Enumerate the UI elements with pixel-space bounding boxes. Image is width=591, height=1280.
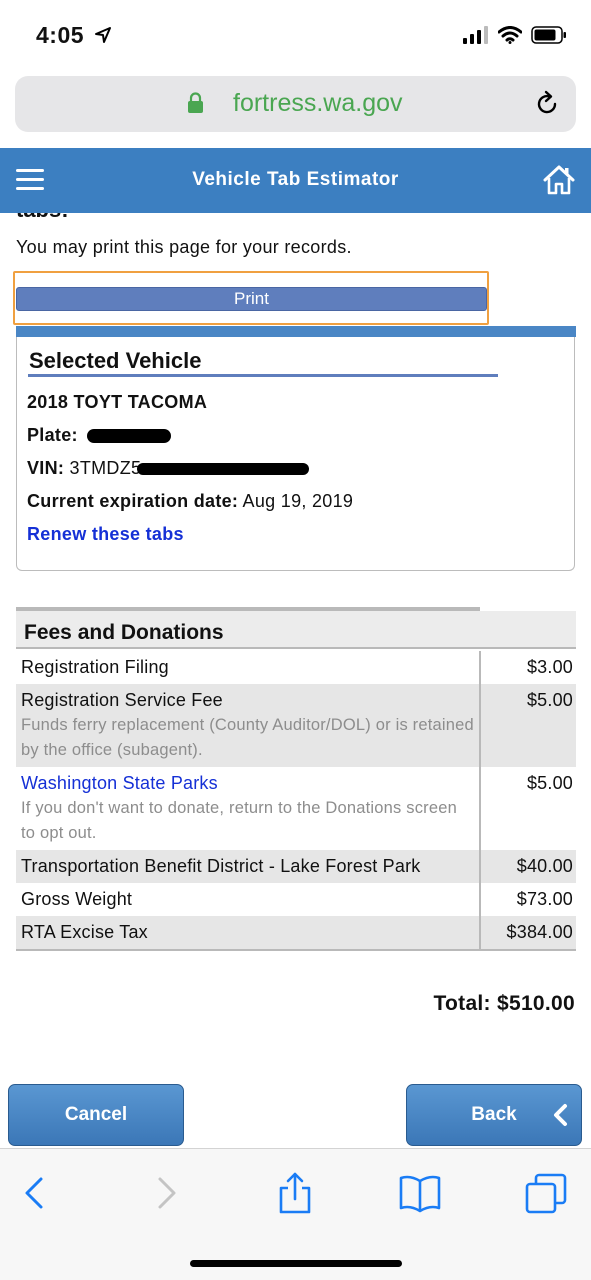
plate-label: Plate:: [27, 425, 78, 445]
home-indicator: [190, 1260, 402, 1267]
vin-label: VIN:: [27, 458, 65, 478]
expiration-row: Current expiration date: Aug 19, 2019: [27, 491, 353, 512]
fee-row: Transportation Benefit District - Lake F…: [16, 850, 576, 883]
fees-table: Registration Filing $3.00 Registration S…: [16, 651, 576, 951]
selected-vehicle-title: Selected Vehicle: [29, 348, 202, 373]
fee-row: Registration Service Fee Funds ferry rep…: [16, 684, 576, 767]
vehicle-name: 2018 TOYT TACOMA: [27, 392, 208, 412]
vin-row: VIN: 3TMDZ5: [27, 458, 310, 479]
fee-row: Washington State Parks If you don't want…: [16, 767, 576, 850]
print-button[interactable]: Print: [16, 287, 487, 311]
back-button[interactable]: Back: [406, 1084, 582, 1146]
home-icon[interactable]: [543, 164, 575, 196]
tabs-icon[interactable]: [524, 1171, 568, 1215]
selected-vehicle-card: Selected Vehicle 2018 TOYT TACOMA Plate:…: [16, 326, 576, 571]
vin-redaction: [137, 463, 310, 476]
fee-name: Gross Weight: [21, 889, 133, 909]
main-content: tabs: You may print this page for your r…: [0, 213, 591, 1083]
fee-name-cell: Registration Service Fee Funds ferry rep…: [16, 684, 480, 767]
fee-name: Registration Filing: [21, 657, 169, 677]
battery-icon: [531, 26, 566, 44]
fee-name: RTA Excise Tax: [21, 922, 148, 942]
fee-amount: $73.00: [479, 883, 576, 916]
fee-name-cell: Transportation Benefit District - Lake F…: [16, 850, 480, 883]
cancel-button[interactable]: Cancel: [8, 1084, 184, 1146]
url-text[interactable]: fortress.wa.gov: [233, 89, 403, 118]
state-parks-link[interactable]: Washington State Parks: [21, 773, 218, 793]
back-button-label: Back: [471, 1104, 517, 1125]
renew-tabs-link[interactable]: Renew these tabs: [27, 524, 184, 545]
lock-icon: [188, 92, 203, 113]
fees-title: Fees and Donations: [24, 621, 224, 644]
bookmarks-icon[interactable]: [398, 1171, 442, 1215]
fee-row: RTA Excise Tax $384.00: [16, 916, 576, 951]
page-title: Vehicle Tab Estimator: [192, 169, 399, 190]
fee-amount: $5.00: [479, 684, 576, 767]
app-header: Vehicle Tab Estimator: [0, 148, 591, 213]
browser-forward-icon[interactable]: [144, 1171, 188, 1215]
fee-amount: $5.00: [479, 767, 576, 850]
address-bar[interactable]: fortress.wa.gov: [15, 76, 576, 132]
fee-amount: $40.00: [479, 850, 576, 883]
fee-note: Funds ferry replacement (County Auditor/…: [21, 716, 474, 759]
print-note: You may print this page for your records…: [16, 237, 352, 257]
vin-value: 3TMDZ5: [69, 458, 142, 478]
status-icons: [463, 26, 567, 44]
title-underline: [28, 374, 498, 377]
plate-row: Plate:: [27, 425, 172, 446]
fee-name-cell: Washington State Parks If you don't want…: [16, 767, 480, 850]
wifi-icon: [498, 26, 522, 44]
status-bar: 4:05: [0, 0, 591, 72]
fee-amount: $384.00: [479, 916, 576, 951]
fee-row: Registration Filing $3.00: [16, 651, 576, 684]
location-arrow-icon: [95, 27, 111, 43]
reload-icon[interactable]: [533, 90, 561, 118]
fee-name-cell: Gross Weight: [16, 883, 480, 916]
fee-name: Transportation Benefit District - Lake F…: [21, 856, 421, 876]
plate-redaction: [87, 429, 172, 444]
fee-note: If you don't want to donate, return to t…: [21, 799, 457, 842]
fee-name: Registration Service Fee: [21, 690, 223, 710]
expiration-label: Current expiration date:: [27, 491, 239, 511]
fee-name-cell: Registration Filing: [16, 651, 480, 684]
chevron-left-icon: [554, 1104, 567, 1126]
fee-amount: $3.00: [479, 651, 576, 684]
fees-header: Fees and Donations: [16, 611, 576, 649]
fee-name-cell: RTA Excise Tax: [16, 916, 480, 951]
fee-row: Gross Weight $73.00: [16, 883, 576, 916]
total-amount: Total: $510.00: [433, 992, 575, 1015]
cut-off-heading: tabs:: [16, 213, 69, 223]
signal-icon: [463, 26, 488, 44]
browser-back-icon[interactable]: [13, 1171, 57, 1215]
expiration-value: Aug 19, 2019: [242, 491, 354, 511]
card-top-bar: [16, 326, 576, 337]
share-icon[interactable]: [273, 1171, 317, 1215]
status-time: 4:05: [36, 22, 85, 48]
